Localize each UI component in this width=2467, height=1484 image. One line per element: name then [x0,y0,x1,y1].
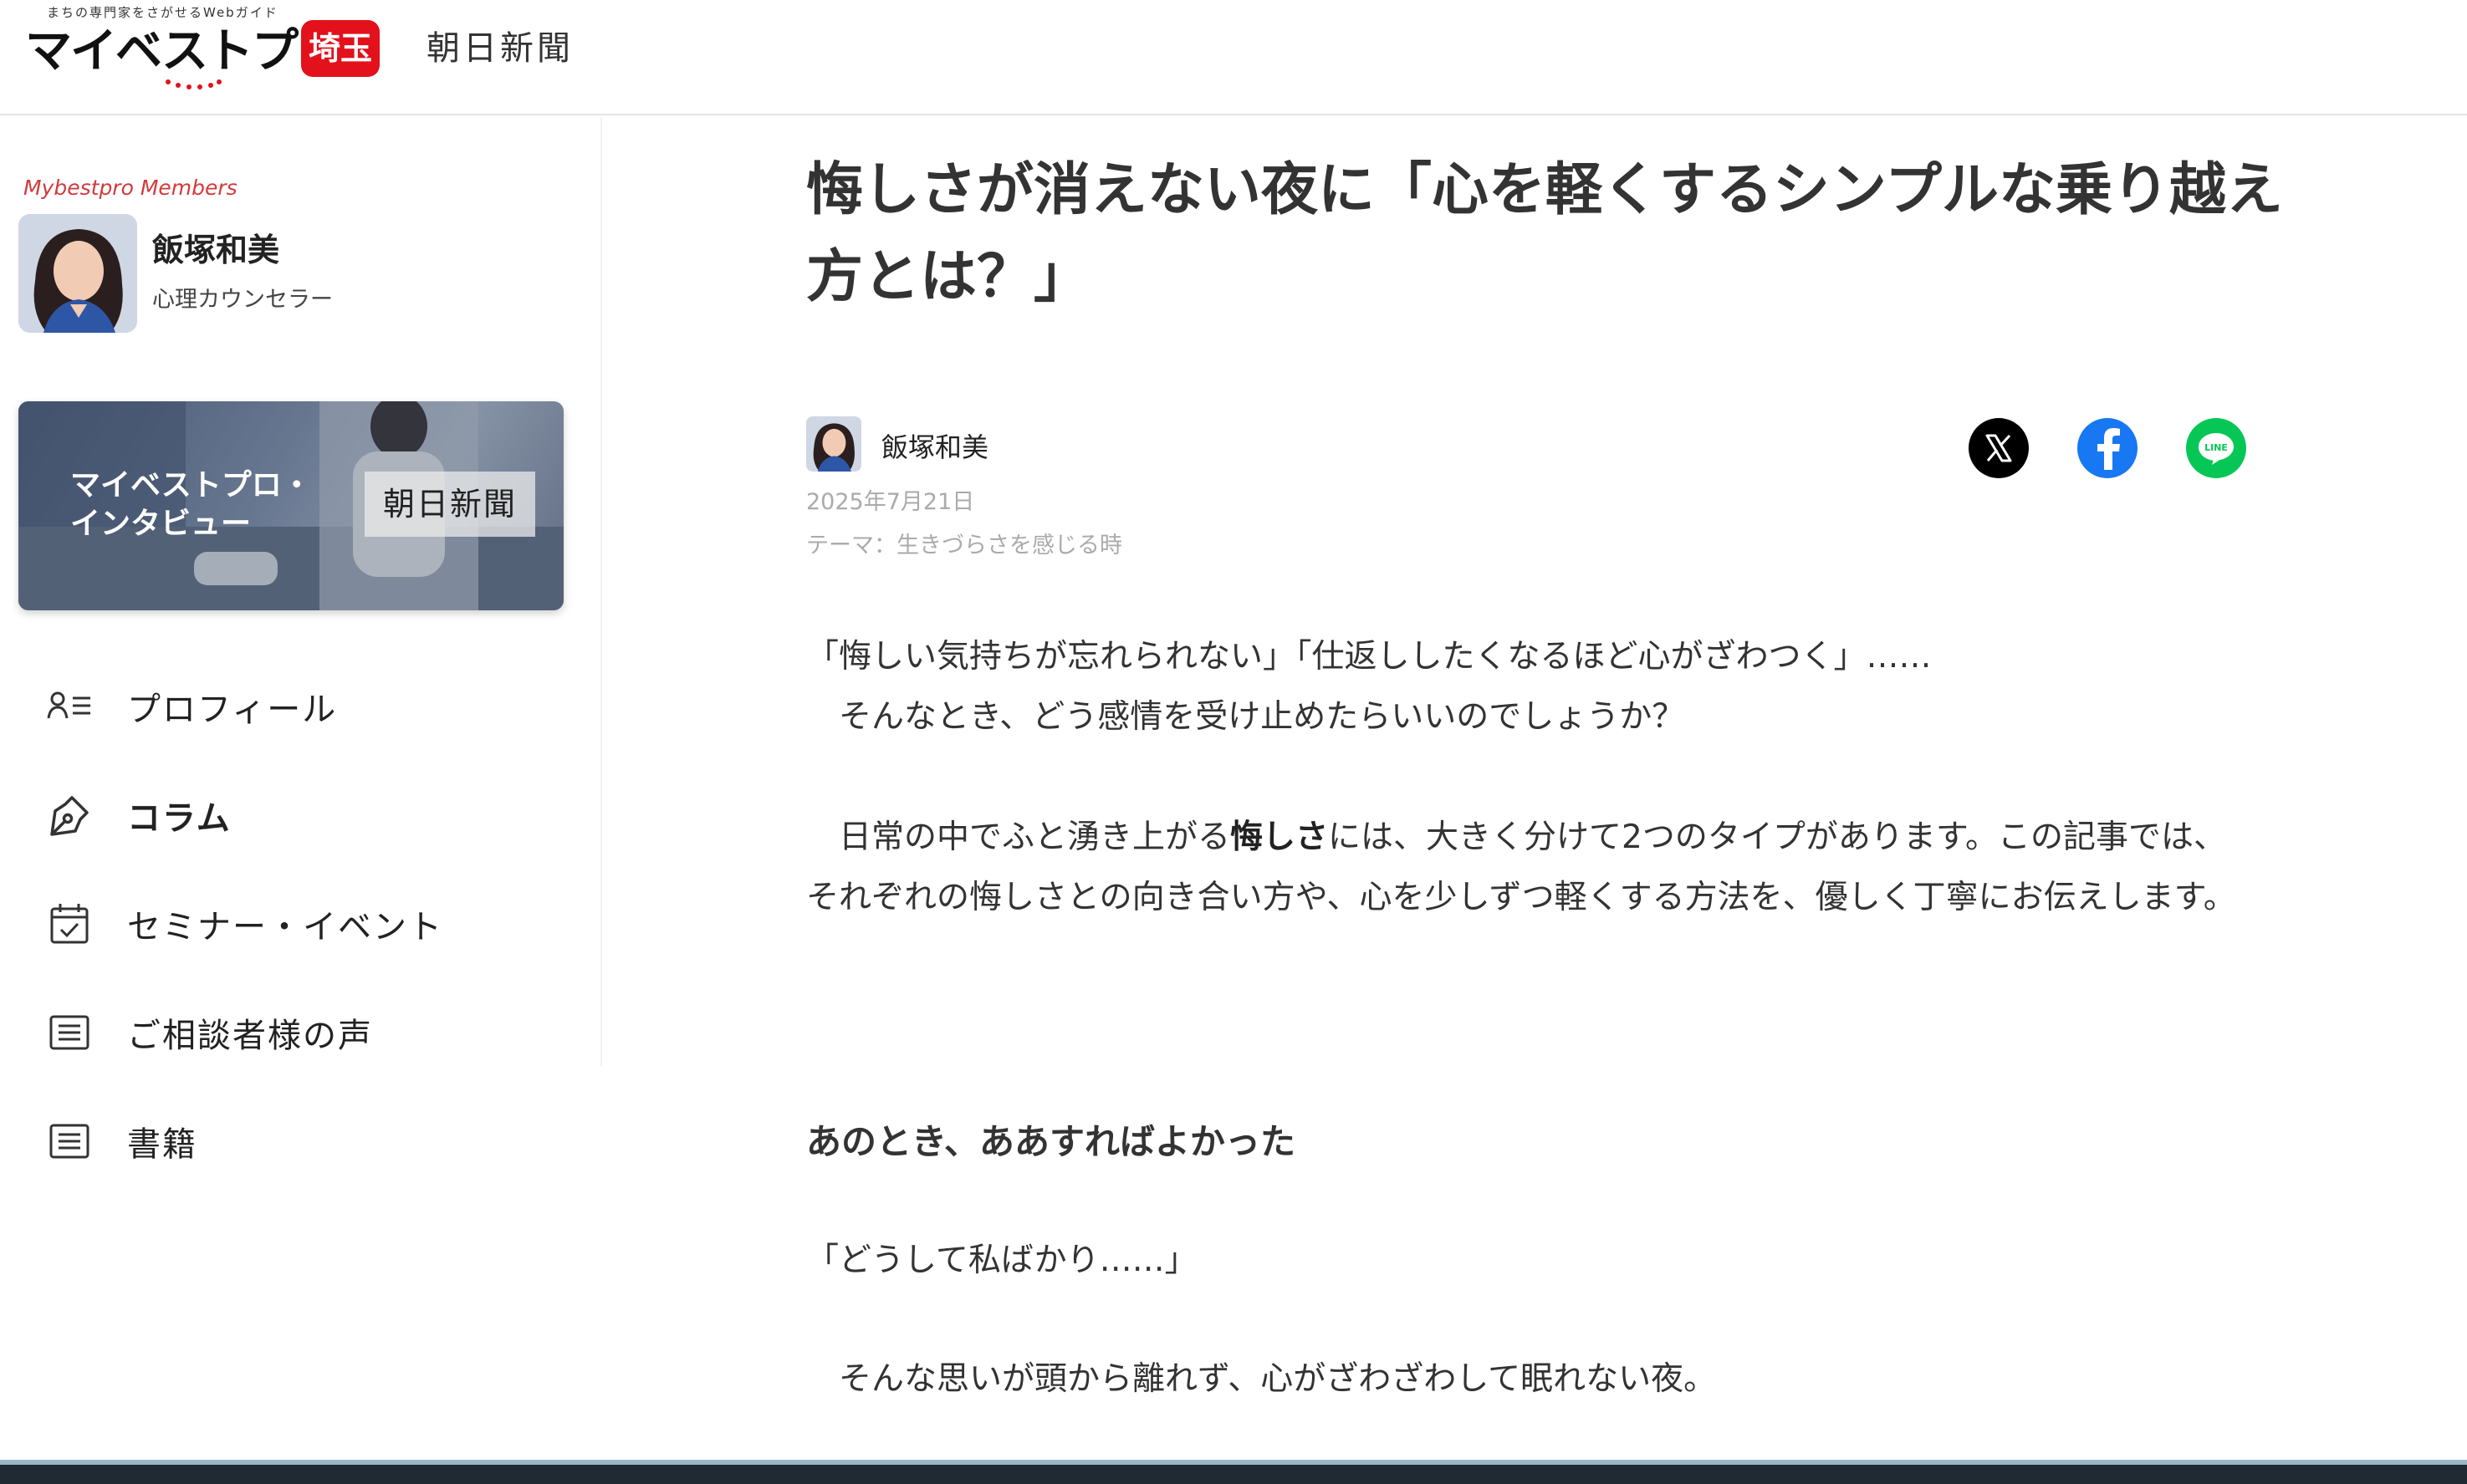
facebook-icon [2097,428,2120,470]
paragraph: 日常の中でふと湧き上がる悔しさには、大きく分けて2つのタイプがあります。この記事… [806,808,2253,928]
sidebar-item-label: セミナー・イベント [127,908,443,946]
banner-title-line2: インタビュー [70,507,252,541]
paragraph: そんなとき、どう感情を受け止めたらいいのでしょうか？ [806,698,1685,736]
sidebar-item-profile[interactable]: プロフィール [0,652,602,761]
sidebar-item-books[interactable]: 書籍 [0,1087,602,1196]
author-name[interactable]: 飯塚和美 [881,426,988,465]
article-main: 悔しさが消えない夜に「心を軽くするシンプルな乗り越え方とは？」 飯塚和美 202… [602,117,2467,1463]
x-icon [1985,434,2012,462]
sidebar-item-testimonials[interactable]: ご相談者様の声 [0,978,602,1087]
interview-banner[interactable]: マイベストプロ・ インタビュー 朝日新聞 [18,401,564,610]
paragraph: そんな思いが頭から離れず、心がざわざわして眠れない夜。 [806,1360,1717,1398]
article-title: 悔しさが消えない夜に「心を軽くするシンプルな乗り越え方とは？」 [806,157,2283,310]
document-lines-icon [47,1010,92,1055]
paragraph: 「悔しい気持ちが忘れられない」「仕返ししたくなるほど心がざわつく」…… [806,638,1932,676]
sidebar-item-label: プロフィール [127,691,338,729]
share-x-button[interactable] [1969,418,2029,478]
sidebar: Mybestpro Members 飯塚和美 心理カウンセラー マイベストプロ・… [0,117,602,1164]
profile-list-icon [47,684,92,729]
share-line-button[interactable]: LINE [2186,418,2246,478]
banner-title-line1: マイベストプロ・ [70,468,312,502]
site-header: まちの専門家をさがせるWebガイド マイベストプロ 埼玉 朝日新聞 [0,0,2467,115]
share-facebook-button[interactable] [2077,418,2138,478]
author-photo [806,416,861,472]
sidebar-item-label: 書籍 [127,1125,197,1164]
sidebar-item-seminar[interactable]: セミナー・イベント [0,869,602,978]
sidebar-item-label: ご相談者様の声 [127,1017,373,1055]
article-theme[interactable]: テーマ：生きづらさを感じる時 [806,527,1122,559]
site-logo[interactable]: マイベストプロ [25,18,344,85]
document-lines-icon [47,1119,92,1164]
logo-dots-decoration [166,79,222,89]
region-badge[interactable]: 埼玉 [301,20,380,77]
profile-title: 心理カウンセラー [152,287,333,313]
paragraph-text: 日常の中でふと湧き上がる [806,818,1231,856]
calendar-check-icon [47,901,92,946]
author-avatar[interactable] [806,416,861,472]
paragraph: 「どうして私ばかり……」 [806,1242,1198,1279]
section-heading: あのとき、ああすればよかった [806,1121,1296,1162]
line-icon: LINE [2199,433,2234,465]
sidebar-item-label: コラム [127,799,232,838]
banner-title: マイベストプロ・ インタビュー [70,467,312,543]
pen-icon [47,793,92,838]
profile-name[interactable]: 飯塚和美 [152,224,279,270]
profile-photo [18,214,137,333]
sidebar-nav: プロフィール コラム セミナー・イベント ご相談者様の声 書籍 [0,652,602,1196]
emphasis-text: 悔しさ [1230,818,1329,856]
profile-avatar[interactable] [18,214,137,333]
article-body: 「悔しい気持ちが忘れられない」「仕返ししたくなるほど心がざわつく」…… そんなと… [806,627,2253,1410]
taskbar-strip [0,1460,2467,1484]
members-label: Mybestpro Members [23,176,238,200]
banner-partner-logo: 朝日新聞 [365,472,535,537]
partner-logo[interactable]: 朝日新聞 [426,25,574,72]
sidebar-item-column[interactable]: コラム [0,761,602,869]
svg-text:LINE: LINE [2204,442,2228,453]
article-date: 2025年7月21日 [806,489,975,515]
